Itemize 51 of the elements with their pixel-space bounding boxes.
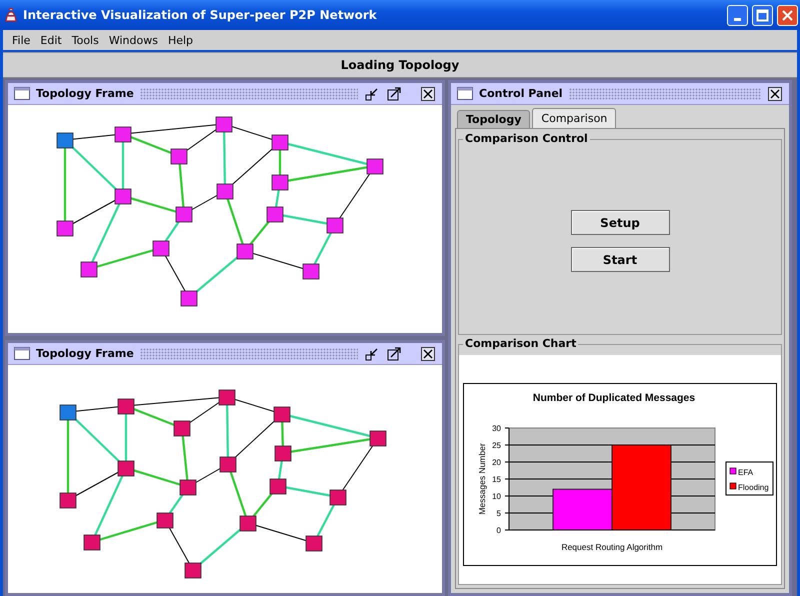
axis-title: Messages Number [477,443,487,515]
app-icon [3,7,19,23]
iconify-button[interactable] [364,346,380,362]
close-button[interactable] [767,86,783,102]
action-button[interactable]: Start [570,247,670,272]
action-button[interactable]: Setup [570,210,670,235]
tick-label: 25 [492,441,501,450]
maximize-button[interactable] [386,86,402,102]
iconify-icon [365,86,379,100]
close-icon [421,346,435,360]
status-label: Loading Topology [340,58,460,72]
group-title: Comparison Chart [463,337,578,350]
minimize-icon [734,18,741,20]
tick-label: 5 [496,509,501,518]
maximize-icon [387,346,401,360]
group-title: Comparison Control [463,132,590,145]
close-icon [768,86,782,100]
close-button[interactable] [420,86,436,102]
minimize-button[interactable] [727,4,748,26]
tick-label: 30 [492,424,501,433]
iconify-icon [365,346,379,360]
window-title: Interactive Visualization of Super-peer P2P Network [23,8,378,22]
menu-item[interactable]: Tools [66,34,104,46]
close-icon [781,8,794,22]
tab[interactable]: Comparison [532,108,616,128]
iconify-button[interactable] [364,86,380,102]
menu-item[interactable]: File [7,34,36,46]
maximize-icon [387,86,401,100]
axis-title: Request Routing Algorithm [561,542,663,552]
legend-box [726,462,774,496]
frame-title: Topology Frame [36,347,134,360]
window-icon [457,87,473,100]
tab[interactable]: Topology [457,110,530,128]
menu-item[interactable]: Edit [35,34,67,46]
window-icon [14,347,30,360]
window-icon [14,87,30,100]
frame-title: Topology Frame [36,87,134,100]
tick-label: 0 [496,526,501,535]
menu-item[interactable]: Windows [104,34,163,46]
maximize-button[interactable] [386,346,402,362]
legend-label: Flooding [738,483,769,492]
frame-title: Control Panel [479,87,563,100]
chart-title: Number of Duplicated Messages [532,392,696,404]
tick-label: 15 [492,475,501,484]
legend-label: EFA [738,468,754,477]
close-button[interactable] [420,346,436,362]
menu-item[interactable]: Help [162,34,198,46]
close-icon [421,86,435,100]
maximize-icon [756,8,769,22]
tick-label: 10 [492,492,501,501]
tick-label: 20 [492,458,501,467]
